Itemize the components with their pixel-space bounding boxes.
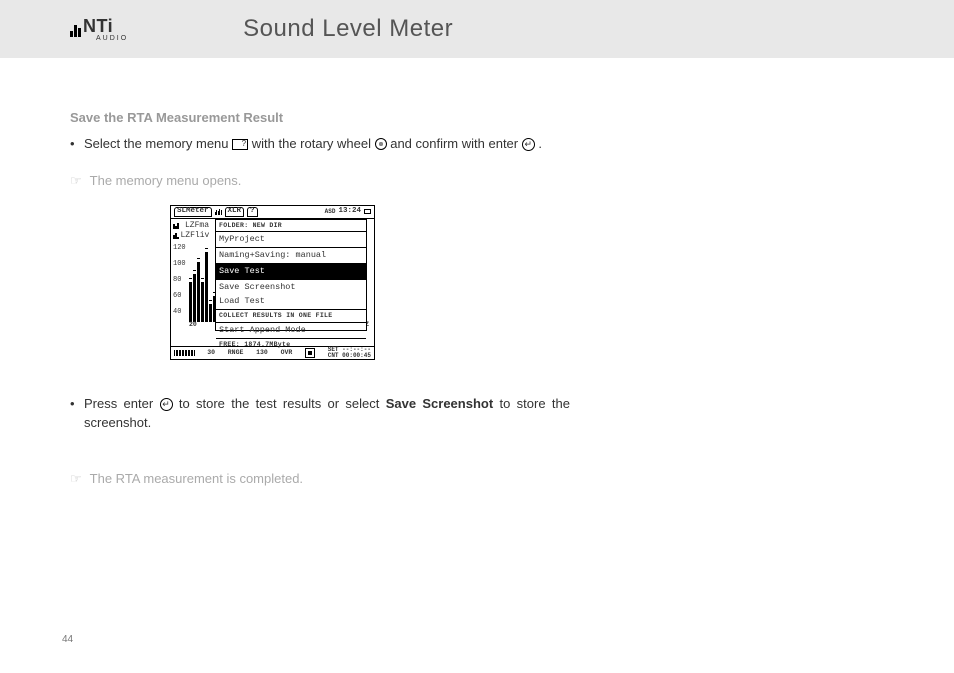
logo: NTi AUDIO xyxy=(70,16,128,42)
result-1: ☞ The memory menu opens. xyxy=(70,171,570,191)
result1-text: The memory menu opens. xyxy=(90,171,242,191)
memory-menu-icon xyxy=(232,139,248,150)
ytick: 120 xyxy=(173,245,186,261)
device-asd: ASD xyxy=(325,207,336,216)
popup-project[interactable]: MyProject xyxy=(216,232,366,248)
popup-append[interactable]: Start Append Mode xyxy=(216,323,366,339)
bullet2-text-b: to store the test results or select xyxy=(179,396,386,411)
popup-save-screenshot[interactable]: Save Screenshot xyxy=(216,280,366,295)
bullet2-bold: Save Screenshot xyxy=(386,396,494,411)
chart-bar xyxy=(197,262,200,322)
vu-meter-icon xyxy=(174,350,195,356)
popup-hdr-collect: COLLECT RESULTS IN ONE FILE xyxy=(216,310,366,323)
device-left-labels: LZFma LZFliv xyxy=(173,221,209,241)
popup-save-test[interactable]: Save Test xyxy=(216,264,366,280)
page-number: 44 xyxy=(62,634,73,645)
mini-bars-icon-2 xyxy=(173,233,179,239)
chart-bar xyxy=(205,252,208,322)
ytick: 60 xyxy=(173,293,186,309)
device-topbar: SLMeter XLR ? ASD 13:24 xyxy=(171,206,374,219)
popup-hdr-folder: FOLDER: NEW DIR xyxy=(216,220,366,233)
popup-free: FREE: 1874.7MByte xyxy=(216,339,366,351)
device-tab-q: ? xyxy=(247,207,258,217)
ytick: 40 xyxy=(173,309,186,325)
chart-bar xyxy=(189,282,192,322)
label-lzfliv: LZFliv xyxy=(181,230,210,242)
bullet1-text-a: Select the memory menu xyxy=(84,136,232,151)
device-tab-xlr: XLR xyxy=(225,207,245,217)
result2-text: The RTA measurement is completed. xyxy=(90,469,303,489)
bars-mini-icon xyxy=(215,209,222,215)
bullet-1: • Select the memory menu with the rotary… xyxy=(70,134,570,154)
chart-bar xyxy=(201,282,204,322)
ytick: 80 xyxy=(173,277,186,293)
logo-text: NTi xyxy=(83,16,113,37)
battery-icon xyxy=(364,209,371,214)
page-title: Sound Level Meter xyxy=(243,15,453,43)
bullet1-text-c: and confirm with enter xyxy=(390,136,522,151)
rnge-30: 30 xyxy=(207,348,215,358)
bullet1-text-d: . xyxy=(538,136,542,151)
logo-bars-icon xyxy=(70,25,81,37)
popup-naming[interactable]: Naming+Saving: manual xyxy=(216,248,366,264)
device-screenshot: SLMeter XLR ? ASD 13:24 LZFma xyxy=(170,205,375,360)
enter-icon: ↵ xyxy=(160,398,173,411)
hand-icon: ☞ xyxy=(70,171,82,191)
enter-icon: ↵ xyxy=(522,138,535,151)
device-time: 13:24 xyxy=(338,206,361,217)
header-band: NTi AUDIO Sound Level Meter xyxy=(0,0,954,58)
mini-bars-icon-1 xyxy=(173,223,183,229)
chart-bar xyxy=(193,274,196,322)
xtick: 20 xyxy=(189,320,197,330)
ytick: 100 xyxy=(173,261,186,277)
memory-menu-popup: FOLDER: NEW DIR MyProject Naming+Saving:… xyxy=(215,219,367,331)
content: Save the RTA Measurement Result • Select… xyxy=(70,108,570,488)
popup-load-test[interactable]: Load Test xyxy=(216,294,366,310)
device-tab-slmeter: SLMeter xyxy=(174,207,212,217)
rotary-wheel-icon xyxy=(375,138,387,150)
result-2: ☞ The RTA measurement is completed. xyxy=(70,469,570,489)
logo-subtext: AUDIO xyxy=(96,35,128,42)
bullet-2: • Press enter ↵ to store the test result… xyxy=(70,394,570,433)
cnt-time: CNT 00:00:45 xyxy=(328,353,371,359)
hand-icon: ☞ xyxy=(70,469,82,489)
device-yaxis: 120 100 80 60 40 xyxy=(173,245,186,325)
bullet2-text-a: Press enter xyxy=(84,396,160,411)
bullet1-text-b: with the rotary wheel xyxy=(252,136,375,151)
section-title: Save the RTA Measurement Result xyxy=(70,108,570,128)
